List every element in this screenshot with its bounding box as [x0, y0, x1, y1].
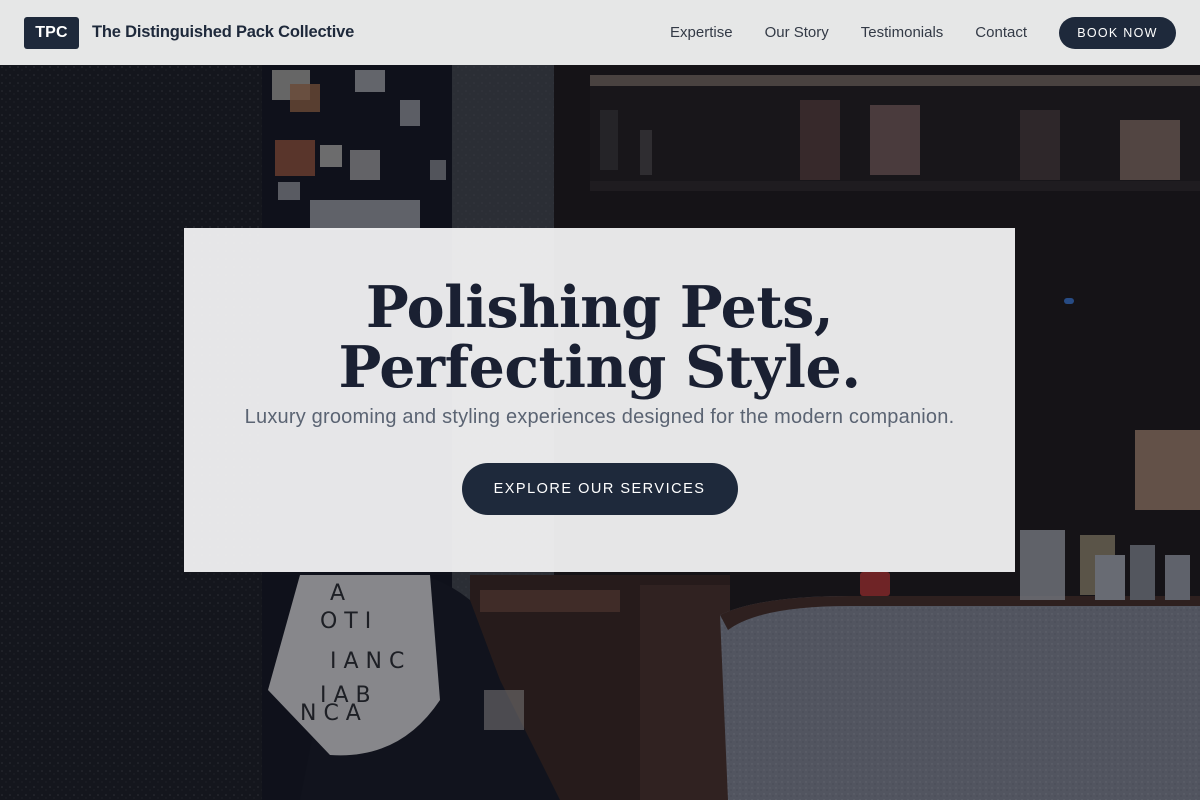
- hero-title: Polishing Pets, Perfecting Style.: [184, 278, 1015, 398]
- nav-link-our-story[interactable]: Our Story: [765, 24, 829, 41]
- hero-title-line-2: Perfecting Style.: [338, 334, 861, 401]
- main-nav: Expertise Our Story Testimonials Contact: [670, 24, 1027, 41]
- nav-link-contact[interactable]: Contact: [975, 24, 1027, 41]
- nav-link-testimonials[interactable]: Testimonials: [861, 24, 944, 41]
- brand-name[interactable]: The Distinguished Pack Collective: [92, 23, 354, 42]
- hero-card: Polishing Pets, Perfecting Style. Luxury…: [184, 228, 1015, 572]
- book-now-button[interactable]: BOOK NOW: [1059, 16, 1176, 49]
- hero-title-line-1: Polishing Pets,: [365, 274, 834, 341]
- nav-link-expertise[interactable]: Expertise: [670, 24, 733, 41]
- hero-subtitle: Luxury grooming and styling experiences …: [244, 406, 955, 428]
- logo[interactable]: TPC: [24, 16, 79, 49]
- logo-text: TPC: [35, 23, 68, 41]
- explore-services-button[interactable]: EXPLORE OUR SERVICES: [461, 463, 738, 515]
- site-header: TPC The Distinguished Pack Collective Ex…: [0, 0, 1200, 65]
